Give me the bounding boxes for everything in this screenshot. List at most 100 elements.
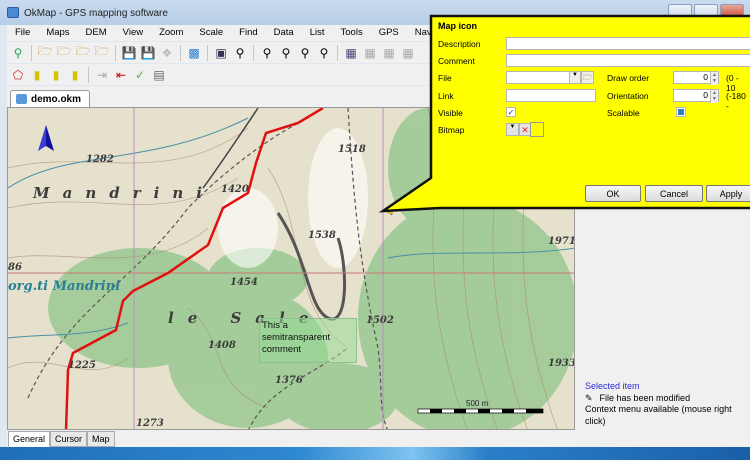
visible-label: Visible xyxy=(438,108,463,118)
orientation-stepper[interactable]: 0 ▲ ▼ xyxy=(673,89,719,103)
semitransparent-comment[interactable]: This a semitransparent comment xyxy=(259,318,357,363)
modified-status: ✎ File has been modified xyxy=(585,393,750,405)
ok-button[interactable]: OK xyxy=(585,185,641,202)
cancel-button[interactable]: Cancel xyxy=(645,185,703,202)
status-area: Selected item ✎ File has been modified C… xyxy=(585,381,750,427)
orientation-value: 0 xyxy=(703,90,708,100)
map-label: 1971 xyxy=(548,236,575,247)
grid-delete-icon[interactable]: ▦ xyxy=(400,45,416,61)
ruler-icon[interactable]: ▮ xyxy=(29,67,45,83)
comment-label: Comment xyxy=(438,56,475,66)
bitmap-preview[interactable] xyxy=(530,122,544,137)
grid-fill-icon[interactable]: ▦ xyxy=(381,45,397,61)
map-properties-icon[interactable]: ▣ xyxy=(213,45,229,61)
spinner-icon[interactable]: ▲ ▼ xyxy=(710,72,718,85)
window-title: OkMap - GPS mapping software xyxy=(24,8,168,19)
menu-tools[interactable]: Tools xyxy=(333,25,371,41)
toolbar-secondary: ⬠ ▮ ▮ ▮ ⇥ ⇤ ✓ ▤ xyxy=(7,64,432,85)
bitmap-dropdown-chevron-icon[interactable]: ▼ xyxy=(506,123,519,136)
search-icon[interactable]: ⚲ xyxy=(232,45,248,61)
open-calibrated-icon[interactable]: 🗁 xyxy=(56,44,72,61)
properties-icon[interactable]: ▤ xyxy=(151,67,167,83)
maximize-button[interactable] xyxy=(694,4,718,18)
zoom-out-icon[interactable]: ⚲ xyxy=(278,45,294,61)
file-label: File xyxy=(438,73,452,83)
find-map-icon[interactable]: ⚲ xyxy=(10,45,26,61)
open-map-icon[interactable]: 🗁 xyxy=(37,44,53,61)
scalable-label: Scalable xyxy=(607,108,640,118)
app-icon xyxy=(7,7,19,18)
map-label: 1538 xyxy=(308,230,336,241)
dialog-title: Map icon xyxy=(438,21,478,31)
save-as-icon[interactable]: 💾 xyxy=(121,45,137,61)
map-icon-dialog: Map icon Description Comment File ▼ 🗁 Li… xyxy=(433,18,750,206)
menu-file[interactable]: File xyxy=(7,25,38,41)
draw-order-value: 0 xyxy=(703,72,708,82)
pencil-icon: ✎ xyxy=(585,392,593,403)
tab-cursor[interactable]: Cursor xyxy=(50,431,88,447)
import-disabled-icon[interactable]: ⇥ xyxy=(94,67,110,83)
description-input[interactable] xyxy=(506,37,750,50)
file-dropdown-chevron-icon[interactable]: ▼ xyxy=(569,71,581,84)
map-label: 1933 xyxy=(548,358,575,369)
map-label: Mandrini xyxy=(32,184,215,202)
minimize-button[interactable] xyxy=(668,4,692,18)
save-icon[interactable]: 💾 xyxy=(140,45,156,61)
open-folder-icon[interactable]: 🗁 xyxy=(581,71,594,84)
menu-data[interactable]: Data xyxy=(266,25,302,41)
description-label: Description xyxy=(438,39,481,49)
tab-map[interactable]: Map xyxy=(87,431,115,447)
menu-view[interactable]: View xyxy=(115,25,151,41)
zoom-fit-icon[interactable]: ⚲ xyxy=(297,45,313,61)
orientation-range: (-180 - xyxy=(726,91,746,111)
comment-input[interactable] xyxy=(506,54,750,67)
bottom-tabs: General Cursor Map xyxy=(8,431,115,447)
grid-edit-icon[interactable]: ▦ xyxy=(343,45,359,61)
draw-order-label: Draw order xyxy=(607,73,650,83)
tab-label: demo.okm xyxy=(31,94,82,105)
menu-list[interactable]: List xyxy=(302,25,333,41)
map-label: org.ti Mandrini xyxy=(8,279,120,294)
menu-gps[interactable]: GPS xyxy=(371,25,407,41)
menu-scale[interactable]: Scale xyxy=(191,25,231,41)
menu-zoom[interactable]: Zoom xyxy=(151,25,191,41)
ruler-delete-icon[interactable]: ▮ xyxy=(67,67,83,83)
ruler-area-icon[interactable]: ▮ xyxy=(48,67,64,83)
link-input[interactable] xyxy=(506,89,596,102)
menu-maps[interactable]: Maps xyxy=(38,25,77,41)
map-label: 1502 xyxy=(366,315,394,326)
scalable-checkbox[interactable] xyxy=(676,107,686,117)
select-map-icon[interactable]: ▩ xyxy=(186,45,202,61)
map-label: 1376 xyxy=(275,375,303,386)
zoom-in-icon[interactable]: ⚲ xyxy=(259,45,275,61)
map-label: 1420 xyxy=(221,184,249,195)
open-vector-icon[interactable]: 🗁 xyxy=(75,44,91,61)
spinner-icon[interactable]: ▲ ▼ xyxy=(710,90,718,103)
apply-button[interactable]: Apply xyxy=(706,185,750,202)
grid-add-icon[interactable]: ▦ xyxy=(362,45,378,61)
export-red-icon[interactable]: ⇤ xyxy=(113,67,129,83)
export-check-icon[interactable]: ✓ xyxy=(132,67,148,83)
draw-order-range: (0 - 10 xyxy=(726,73,739,93)
draw-order-stepper[interactable]: 0 ▲ ▼ xyxy=(673,71,719,85)
tab-general[interactable]: General xyxy=(8,431,51,447)
tab-demo-okm[interactable]: demo.okm xyxy=(10,90,90,107)
save-disabled-icon[interactable]: ❖ xyxy=(159,45,175,61)
comment-line: semitransparent xyxy=(262,332,331,343)
map-label: 1408 xyxy=(208,340,236,351)
map-label: 1273 xyxy=(136,418,164,429)
open-image-icon[interactable]: 🗁 xyxy=(94,44,110,61)
comment-line: comment xyxy=(262,344,302,355)
selected-item-label: Selected item xyxy=(585,381,640,391)
comment-line: This a xyxy=(262,320,288,331)
polygon-icon[interactable]: ⬠ xyxy=(10,67,26,83)
map-label: 86 xyxy=(8,262,22,273)
zoom-1-1-icon[interactable]: ⚲ xyxy=(316,45,332,61)
close-button[interactable] xyxy=(720,4,744,18)
modified-text: File has been modified xyxy=(599,392,691,403)
map-label: 1454 xyxy=(230,277,258,288)
file-select[interactable] xyxy=(506,71,570,84)
menu-find[interactable]: Find xyxy=(231,25,265,41)
menu-dem[interactable]: DEM xyxy=(78,25,115,41)
visible-checkbox[interactable]: ✓ xyxy=(506,107,516,117)
